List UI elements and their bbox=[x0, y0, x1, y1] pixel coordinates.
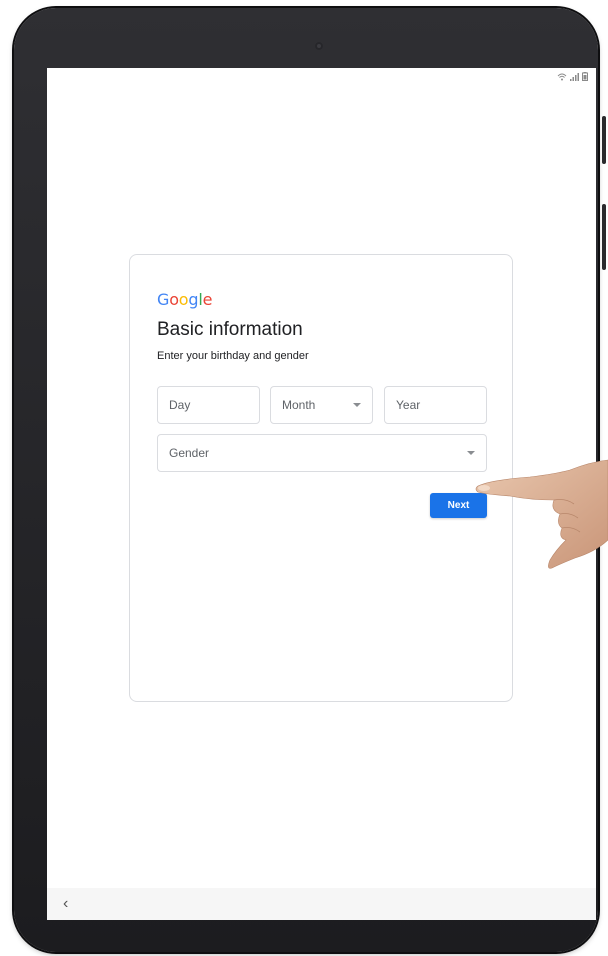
gender-select[interactable]: Gender bbox=[157, 434, 487, 472]
camera-icon bbox=[315, 42, 323, 50]
logo-letter: e bbox=[202, 290, 213, 309]
stage: G o o g l e Basic information Enter your… bbox=[0, 0, 608, 956]
year-input[interactable] bbox=[396, 398, 486, 412]
page-subtitle: Enter your birthday and gender bbox=[157, 350, 309, 362]
wifi-icon bbox=[557, 73, 567, 80]
navigation-bar: ‹ bbox=[47, 888, 596, 920]
basic-info-card: G o o g l e Basic information Enter your… bbox=[129, 254, 513, 702]
day-field[interactable] bbox=[157, 386, 260, 424]
google-logo: G o o g l e bbox=[157, 290, 212, 309]
logo-letter: o bbox=[169, 290, 179, 309]
battery-icon bbox=[582, 72, 588, 81]
logo-letter: g bbox=[188, 290, 199, 309]
chevron-down-icon bbox=[353, 403, 361, 407]
page-title: Basic information bbox=[157, 319, 303, 340]
power-button bbox=[602, 204, 606, 270]
month-label: Month bbox=[282, 398, 316, 412]
day-input[interactable] bbox=[169, 398, 259, 412]
logo-letter: G bbox=[157, 290, 170, 309]
month-select[interactable]: Month bbox=[270, 386, 373, 424]
signal-icon bbox=[570, 72, 579, 81]
volume-button bbox=[602, 116, 606, 164]
back-icon[interactable]: ‹ bbox=[63, 895, 68, 913]
year-field[interactable] bbox=[384, 386, 487, 424]
pointing-hand-image bbox=[475, 459, 608, 569]
logo-letter: o bbox=[178, 290, 189, 309]
gender-label: Gender bbox=[169, 446, 210, 460]
status-bar bbox=[557, 72, 588, 81]
